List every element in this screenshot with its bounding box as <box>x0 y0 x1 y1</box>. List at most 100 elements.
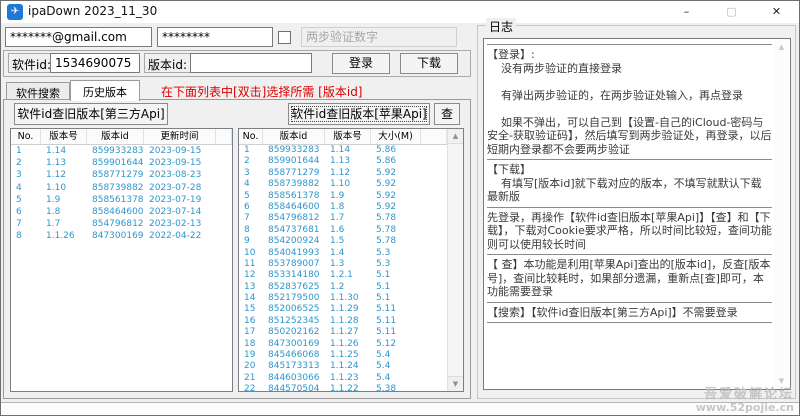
table-header: No. 版本号 版本id 更新时间 <box>11 129 232 145</box>
log-content: 【登录】: 没有两步验证的直接登录 有弹出两步验证的，在两步验证处输入，再点登录… <box>487 41 772 387</box>
table-cell: 852006525 <box>268 304 320 315</box>
table-row[interactable]: 2 1.13 859901644 2023-09-15 <box>11 157 232 169</box>
close-button[interactable]: ✕ <box>754 1 799 23</box>
table-cell: 1.4 <box>330 247 345 258</box>
table-row[interactable]: 4 858739882 1.10 5.92 <box>239 179 447 190</box>
table-row[interactable]: 2 859901644 1.13 5.86 <box>239 156 447 167</box>
watermark-url: www.52pojie.cn <box>695 401 794 414</box>
table-cell: 1.12 <box>46 170 67 181</box>
tab-software-search[interactable]: 软件搜索 <box>6 82 70 100</box>
window-title: ipaDown 2023_11_30 <box>28 4 158 18</box>
table-cell: 851252345 <box>268 315 320 326</box>
table-row[interactable]: 16 851252345 1.1.28 5.11 <box>239 316 447 327</box>
table-cell: 2023-07-28 <box>149 182 202 193</box>
table-row[interactable]: 7 854796812 1.7 5.78 <box>239 213 447 224</box>
table-cell: 16 <box>244 315 256 326</box>
table-row[interactable]: 5 1.9 858561378 2023-07-19 <box>11 194 232 206</box>
minimize-button[interactable]: – <box>664 1 709 23</box>
table-row[interactable]: 7 1.7 854796812 2023-02-13 <box>11 218 232 230</box>
history-table-left-body: No. 版本号 版本id 更新时间 1 1.14 859933283 2023-09-15 2 1… <box>11 129 232 391</box>
history-table-right[interactable]: No. 版本id 版本号 大小(M) 1 859933283 1.14 5.86 2 859901… <box>238 128 464 392</box>
table-row[interactable]: 20 845173313 1.1.24 5.4 <box>239 361 447 372</box>
table-cell: 5 <box>244 190 250 201</box>
table-row[interactable]: 11 853789007 1.3 5.3 <box>239 259 447 270</box>
apple-api-button[interactable]: 软件id查旧版本[苹果Api] <box>288 103 430 125</box>
scroll-up-icon[interactable]: ▲ <box>448 129 463 144</box>
scroll-down-icon[interactable]: ▼ <box>774 374 789 388</box>
table-cell: 18 <box>244 338 256 349</box>
table-cell: 847300169 <box>92 231 144 242</box>
table-cell: 5.92 <box>376 201 397 212</box>
log-textbox[interactable]: 【登录】: 没有两步验证的直接登录 有弹出两步验证的，在两步验证处输入，再点登录… <box>483 38 791 390</box>
table-row[interactable]: 19 845466068 1.1.25 5.4 <box>239 350 447 361</box>
scroll-down-icon[interactable]: ▼ <box>448 376 463 391</box>
table-cell: 1.7 <box>330 213 345 224</box>
column-header[interactable]: 大小(M) <box>371 129 421 144</box>
table-row[interactable]: 13 852837625 1.2 5.1 <box>239 282 447 293</box>
table-cell: 845466068 <box>268 350 320 361</box>
table-cell: 1 <box>244 145 250 155</box>
table-row[interactable]: 1 859933283 1.14 5.86 <box>239 145 447 156</box>
table-cell: 2 <box>244 156 250 167</box>
right-table-scrollbar[interactable]: ▲ ▼ <box>447 129 463 391</box>
table-row[interactable]: 3 1.12 858771279 2023-08-23 <box>11 169 232 181</box>
table-cell: 15 <box>244 304 256 315</box>
log-separator <box>487 44 772 45</box>
table-cell: 3 <box>244 167 250 178</box>
query-button[interactable]: 查 <box>434 103 460 125</box>
table-row[interactable]: 17 850202162 1.1.27 5.11 <box>239 327 447 338</box>
login-button[interactable]: 登录 <box>332 53 390 74</box>
table-row[interactable]: 8 854737681 1.6 5.78 <box>239 225 447 236</box>
table-cell: 5.92 <box>376 167 397 178</box>
table-row[interactable]: 10 854041993 1.4 5.3 <box>239 248 447 259</box>
column-header[interactable]: 版本号 <box>41 129 87 144</box>
table-row[interactable]: 9 854200924 1.5 5.78 <box>239 236 447 247</box>
log-scrollbar[interactable]: ▲ ▼ <box>774 40 789 388</box>
column-header[interactable]: No. <box>11 129 41 144</box>
table-cell: 2023-02-13 <box>149 219 202 230</box>
table-row[interactable]: 8 1.1.26 847300169 2022-04-22 <box>11 230 232 242</box>
column-header[interactable]: 版本号 <box>325 129 371 144</box>
table-row[interactable]: 1 1.14 859933283 2023-09-15 <box>11 145 232 157</box>
column-header[interactable]: 更新时间 <box>144 129 216 144</box>
download-button[interactable]: 下载 <box>400 53 458 74</box>
table-cell: 5.4 <box>376 350 391 361</box>
table-cell: 3 <box>16 170 22 181</box>
table-row[interactable]: 22 844570504 1.1.22 5.38 <box>239 384 447 391</box>
table-cell: 1 <box>16 146 22 156</box>
double-click-hint: 在下面列表中[双击]选择所需 [版本id] <box>161 85 363 99</box>
twofa-checkbox[interactable] <box>278 31 291 44</box>
table-row[interactable]: 3 858771279 1.12 5.92 <box>239 168 447 179</box>
tab-history-version[interactable]: 历史版本 <box>70 80 140 101</box>
maximize-button[interactable]: ▢ <box>709 1 754 23</box>
table-cell: 8 <box>16 231 22 242</box>
table-row[interactable]: 4 1.10 858739882 2023-07-28 <box>11 182 232 194</box>
table-row[interactable]: 5 858561378 1.9 5.92 <box>239 191 447 202</box>
software-id-input[interactable] <box>50 53 140 73</box>
column-header[interactable]: No. <box>239 129 263 144</box>
email-input[interactable] <box>5 27 152 47</box>
table-row[interactable]: 6 1.8 858464600 2023-07-14 <box>11 206 232 218</box>
table-cell: 22 <box>244 384 256 391</box>
column-header[interactable]: 版本id <box>87 129 144 144</box>
table-row[interactable]: 15 852006525 1.1.29 5.11 <box>239 304 447 315</box>
third-party-api-button[interactable]: 软件id查旧版本[第三方Api] <box>14 103 168 125</box>
password-input[interactable] <box>157 27 273 47</box>
table-row[interactable]: 12 853314180 1.2.1 5.1 <box>239 270 447 281</box>
scroll-up-icon[interactable]: ▲ <box>774 40 789 54</box>
table-row[interactable]: 21 844603066 1.1.23 5.4 <box>239 373 447 384</box>
table-row[interactable]: 6 858464600 1.8 5.92 <box>239 202 447 213</box>
column-header[interactable]: 版本id <box>263 129 325 144</box>
table-row[interactable]: 18 847300169 1.1.26 5.12 <box>239 339 447 350</box>
table-cell: 21 <box>244 372 256 383</box>
column-header-filler <box>421 129 447 144</box>
table-cell: 1.5 <box>330 236 345 247</box>
twofa-code-input[interactable] <box>301 27 457 47</box>
table-cell: 6 <box>244 201 250 212</box>
table-cell: 1.1.26 <box>330 338 359 349</box>
version-id-input[interactable] <box>190 53 312 73</box>
table-row[interactable]: 14 852179500 1.1.30 5.1 <box>239 293 447 304</box>
table-cell: 5.3 <box>376 247 391 258</box>
history-table-left[interactable]: No. 版本号 版本id 更新时间 1 1.14 859933283 2023-09-15 2 1… <box>10 128 233 392</box>
table-cell: 1.10 <box>330 179 351 190</box>
